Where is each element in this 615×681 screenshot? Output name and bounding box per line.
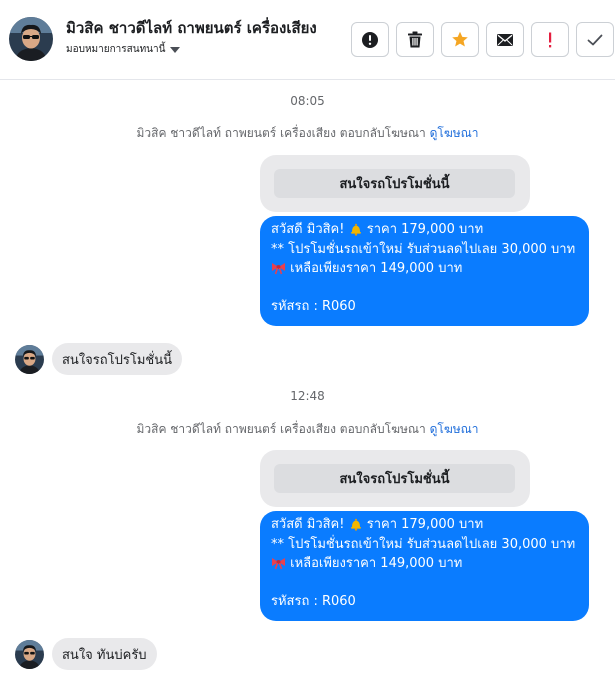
outgoing-message[interactable]: สวัสดี มิวสิค! ราคา 179,000 บาท ** โปรโม… [260, 511, 589, 621]
quick-reply-card: สนใจรถโปรโมชั่นนี้ [260, 155, 530, 212]
message-line: เหลือเพียงราคา 149,000 บาท [271, 259, 579, 279]
car-code: รหัสรถ : R060 [271, 593, 356, 609]
outgoing-message[interactable]: สวัสดี มิวสิค! ราคา 179,000 บาท ** โปรโม… [260, 216, 589, 326]
message-thread[interactable]: 08:05 มิวสิค ชาวดีไลท์ ถาพยนตร์ เครื่องเ… [0, 80, 615, 681]
check-icon [587, 34, 603, 45]
final-price-text: เหลือเพียงราคา 149,000 บาท [286, 261, 463, 276]
contact-name: มิวสิค ชาวดีไลท์ ถาพยนตร์ เครื่องเสียง [66, 19, 317, 37]
assign-conversation-dropdown[interactable]: มอบหมายการสนทนานี้ [66, 42, 181, 57]
incoming-message[interactable]: สนใจ ทันบ่ครับ [52, 638, 157, 670]
info-circle-icon [362, 31, 378, 48]
mail-button[interactable] [486, 22, 524, 57]
incoming-message[interactable]: สนใจรถโปรโมชั่นนี้ [52, 343, 183, 375]
ad-reply-text: มิวสิค ชาวดีไลท์ ถาพยนตร์ เครื่องเสียง ต… [136, 422, 430, 436]
info-button[interactable] [351, 22, 389, 57]
ad-reply-notice: มิวสิค ชาวดีไลท์ ถาพยนตร์ เครื่องเสียง ต… [0, 124, 615, 143]
quick-reply-button[interactable]: สนใจรถโปรโมชั่นนี้ [274, 464, 515, 493]
promo-line: ** โปรโมชั่นรถเข้าใหม่ รับส่วนลดไปเลย 30… [271, 241, 576, 257]
bell-icon [350, 223, 361, 236]
report-spam-button[interactable] [531, 22, 569, 57]
promo-line: ** โปรโมชั่นรถเข้าใหม่ รับส่วนลดไปเลย 30… [271, 536, 576, 552]
conversation-header: มิวสิค ชาวดีไลท์ ถาพยนตร์ เครื่องเสียง ม… [0, 0, 615, 80]
view-ad-link[interactable]: ดูโฆษณา [430, 422, 479, 436]
mark-done-button[interactable] [576, 22, 614, 57]
contact-avatar[interactable] [9, 17, 53, 61]
star-button[interactable] [441, 22, 479, 57]
trash-icon [408, 31, 422, 48]
incoming-message-row: สนใจ ทันบ่ครับ [15, 638, 157, 670]
price-text: ราคา 179,000 บาท [366, 517, 484, 532]
greeting-text: สวัสดี มิวสิค! [271, 517, 349, 532]
ribbon-icon [272, 263, 285, 275]
header-actions [351, 22, 614, 57]
ad-reply-notice: มิวสิค ชาวดีไลท์ ถาพยนตร์ เครื่องเสียง ต… [0, 420, 615, 439]
greeting-text: สวัสดี มิวสิค! [271, 222, 349, 237]
timestamp: 12:48 [290, 389, 325, 403]
caret-down-icon [170, 46, 181, 53]
bell-icon [350, 518, 361, 531]
sender-avatar[interactable] [15, 639, 44, 669]
quick-reply-card: สนใจรถโปรโมชั่นนี้ [260, 450, 530, 507]
envelope-icon [497, 33, 513, 46]
price-text: ราคา 179,000 บาท [366, 222, 484, 237]
incoming-message-row: สนใจรถโปรโมชั่นนี้ [15, 343, 183, 375]
message-line: สวัสดี มิวสิค! ราคา 179,000 บาท [271, 515, 579, 535]
delete-button[interactable] [396, 22, 434, 57]
assign-label: มอบหมายการสนทนานี้ [66, 44, 166, 55]
car-code: รหัสรถ : R060 [271, 298, 356, 314]
ad-reply-text: มิวสิค ชาวดีไลท์ ถาพยนตร์ เครื่องเสียง ต… [136, 126, 430, 140]
timestamp: 08:05 [290, 94, 325, 108]
sender-avatar[interactable] [15, 344, 44, 374]
message-line: สวัสดี มิวสิค! ราคา 179,000 บาท [271, 220, 579, 240]
view-ad-link[interactable]: ดูโฆษณา [430, 126, 479, 140]
final-price-text: เหลือเพียงราคา 149,000 บาท [286, 556, 463, 571]
star-icon [452, 31, 468, 47]
quick-reply-button[interactable]: สนใจรถโปรโมชั่นนี้ [274, 169, 515, 198]
exclamation-icon [549, 32, 552, 47]
ribbon-icon [272, 558, 285, 570]
message-line: เหลือเพียงราคา 149,000 บาท [271, 554, 579, 574]
